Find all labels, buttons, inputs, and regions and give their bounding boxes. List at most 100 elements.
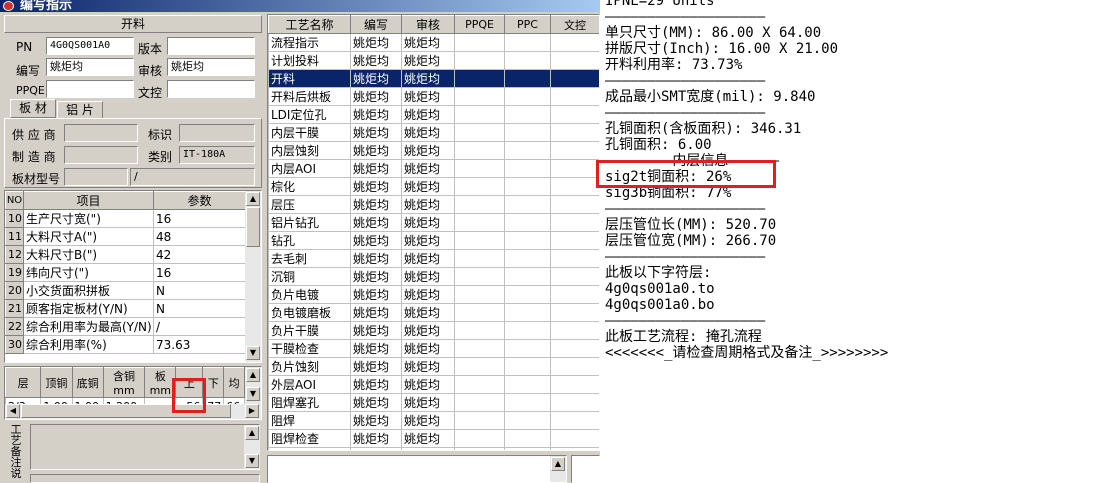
process-name-cell[interactable]: 铝片钻孔 — [268, 213, 351, 232]
process-cell[interactable]: 姚炬均 — [401, 213, 455, 232]
process-cell[interactable] — [550, 303, 599, 322]
param-row-no[interactable]: 10 — [5, 209, 24, 228]
control-field[interactable] — [167, 80, 255, 98]
process-cell[interactable] — [550, 123, 599, 142]
version-field[interactable] — [167, 37, 255, 55]
process-cell[interactable]: 姚炬均 — [350, 231, 402, 250]
process-cell[interactable]: 姚炬均 — [401, 393, 455, 412]
side-note-field[interactable] — [571, 455, 600, 483]
process-name-cell[interactable]: 阻焊 — [268, 411, 351, 430]
layer-header-cell[interactable]: 层 — [5, 367, 42, 398]
process-name-cell[interactable]: 沉铜 — [268, 267, 351, 286]
mark-field[interactable] — [179, 124, 255, 142]
process-cell[interactable]: 姚炬均 — [350, 357, 402, 376]
table-row[interactable]: 10 生产尺寸宽(") 16 — [5, 209, 246, 228]
param-row-item[interactable]: 小交货面积拼板 — [23, 281, 154, 300]
table-row[interactable]: 内层蚀刻 姚炬均 姚炬均 — [268, 141, 599, 160]
process-cell[interactable] — [454, 231, 505, 250]
param-row-value[interactable]: 48 — [153, 227, 246, 246]
process-cell[interactable] — [550, 51, 599, 70]
tab-board-material[interactable]: 板 材 — [10, 99, 56, 118]
process-cell[interactable] — [504, 231, 551, 250]
process-cell[interactable] — [550, 195, 599, 214]
process-cell[interactable] — [550, 285, 599, 304]
process-name-cell[interactable]: 内层AOI — [268, 159, 351, 178]
process-cell[interactable] — [504, 249, 551, 268]
process-name-cell[interactable]: 开料后烘板 — [268, 87, 351, 106]
process-cell[interactable] — [504, 33, 551, 52]
process-cell[interactable] — [454, 393, 505, 412]
pn-field[interactable]: 4G0QS001A0 — [46, 37, 134, 55]
process-name-cell[interactable]: 阻焊塞孔 — [268, 393, 351, 412]
param-scrollbar[interactable]: ▲ ▼ — [245, 191, 261, 362]
process-cell[interactable] — [454, 339, 505, 358]
process-header-cell[interactable]: 审核 — [401, 15, 455, 34]
process-cell[interactable] — [504, 339, 551, 358]
param-row-item[interactable]: 生产尺寸宽(") — [23, 209, 154, 228]
table-row[interactable]: 11 大料尺寸A(") 48 — [5, 227, 246, 246]
process-cell[interactable] — [504, 87, 551, 106]
process-cell[interactable] — [550, 105, 599, 124]
table-row[interactable]: 阻焊塞孔 姚炬均 姚炬均 — [268, 393, 599, 412]
process-name-cell[interactable]: 干膜检查 — [268, 339, 351, 358]
tab-aluminum-sheet[interactable]: 铝 片 — [57, 101, 103, 119]
table-row[interactable]: 铝片钻孔 姚炬均 姚炬均 — [268, 213, 599, 232]
process-header-cell[interactable]: PPQE — [454, 15, 505, 34]
process-header-cell[interactable]: 编写 — [350, 15, 402, 34]
process-cell[interactable]: 姚炬均 — [401, 321, 455, 340]
process-cell[interactable]: 姚炬均 — [350, 393, 402, 412]
process-cell[interactable] — [454, 303, 505, 322]
category-field[interactable]: IT-180A — [179, 146, 255, 164]
process-cell[interactable]: 姚炬均 — [401, 231, 455, 250]
process-cell[interactable]: 姚炬均 — [350, 213, 402, 232]
layer-vscrollbar[interactable]: ▲ ▼ — [245, 367, 261, 404]
scroll-down-icon[interactable]: ▼ — [246, 387, 260, 401]
process-cell[interactable] — [504, 393, 551, 412]
process-name-cell[interactable]: 负片电镀 — [268, 285, 351, 304]
process-cell[interactable] — [550, 393, 599, 412]
process-cell[interactable]: 姚炬均 — [350, 303, 402, 322]
process-name-cell[interactable]: 开料 — [268, 69, 351, 88]
process-cell[interactable]: 姚炬均 — [401, 357, 455, 376]
process-cell[interactable] — [550, 357, 599, 376]
parameter-grid[interactable]: NO 项目 参数 10 生产尺寸宽(") 16 11 大料尺寸A(") 48 12 大料尺寸B("… — [4, 190, 262, 363]
process-cell[interactable] — [504, 285, 551, 304]
table-row[interactable]: 21 顾客指定板材(Y/N) N — [5, 299, 246, 318]
param-row-item[interactable]: 顾客指定板材(Y/N) — [23, 299, 154, 318]
scroll-left-icon[interactable]: ◀ — [6, 404, 20, 418]
param-row-value[interactable]: 42 — [153, 245, 246, 264]
process-cell[interactable] — [454, 213, 505, 232]
process-cell[interactable] — [504, 141, 551, 160]
process-cell[interactable]: 姚炬均 — [350, 141, 402, 160]
param-header-item[interactable]: 项目 — [23, 191, 154, 210]
process-cell[interactable]: 姚炬均 — [350, 195, 402, 214]
process-name-cell[interactable]: 钻孔 — [268, 231, 351, 250]
param-row-value[interactable]: 16 — [153, 263, 246, 282]
table-row[interactable]: 负电镀磨板 姚炬均 姚炬均 — [268, 303, 599, 322]
process-cell[interactable] — [550, 177, 599, 196]
param-row-no[interactable]: 21 — [5, 299, 24, 318]
process-name-cell[interactable]: 内层干膜 — [268, 123, 351, 142]
title-bar[interactable]: 编写指示 — [0, 0, 600, 12]
process-cell[interactable] — [454, 285, 505, 304]
process-name-cell[interactable]: 负电镀磨板 — [268, 303, 351, 322]
process-name-cell[interactable]: 去毛刺 — [268, 249, 351, 268]
scroll-up-icon[interactable]: ▲ — [551, 457, 565, 471]
process-cell[interactable] — [454, 375, 505, 394]
process-grid[interactable]: 工艺名称 编写 审核 PPQE PPC 文控 流程指示 姚炬均 姚炬均 计划投料 姚炬均 姚炬均 开料… — [267, 14, 600, 451]
table-row[interactable]: 干膜检查 姚炬均 姚炬均 — [268, 339, 599, 358]
param-row-value[interactable]: 16 — [153, 209, 246, 228]
process-cell[interactable]: 姚炬均 — [350, 159, 402, 178]
process-cell[interactable]: 姚炬均 — [350, 429, 402, 448]
table-row[interactable]: 去毛刺 姚炬均 姚炬均 — [268, 249, 599, 268]
process-cell[interactable]: 姚炬均 — [401, 51, 455, 70]
process-cell[interactable] — [550, 213, 599, 232]
process-name-cell[interactable]: 棕化 — [268, 177, 351, 196]
process-name-cell[interactable]: 阻焊检查 — [268, 429, 351, 448]
process-name-cell[interactable]: 负片干膜 — [268, 321, 351, 340]
process-cell[interactable]: 姚炬均 — [350, 447, 402, 450]
scroll-down-icon[interactable]: ▼ — [246, 346, 260, 360]
scroll-thumb[interactable] — [246, 207, 260, 247]
process-cell[interactable]: 姚炬均 — [401, 33, 455, 52]
process-cell[interactable] — [454, 69, 505, 88]
